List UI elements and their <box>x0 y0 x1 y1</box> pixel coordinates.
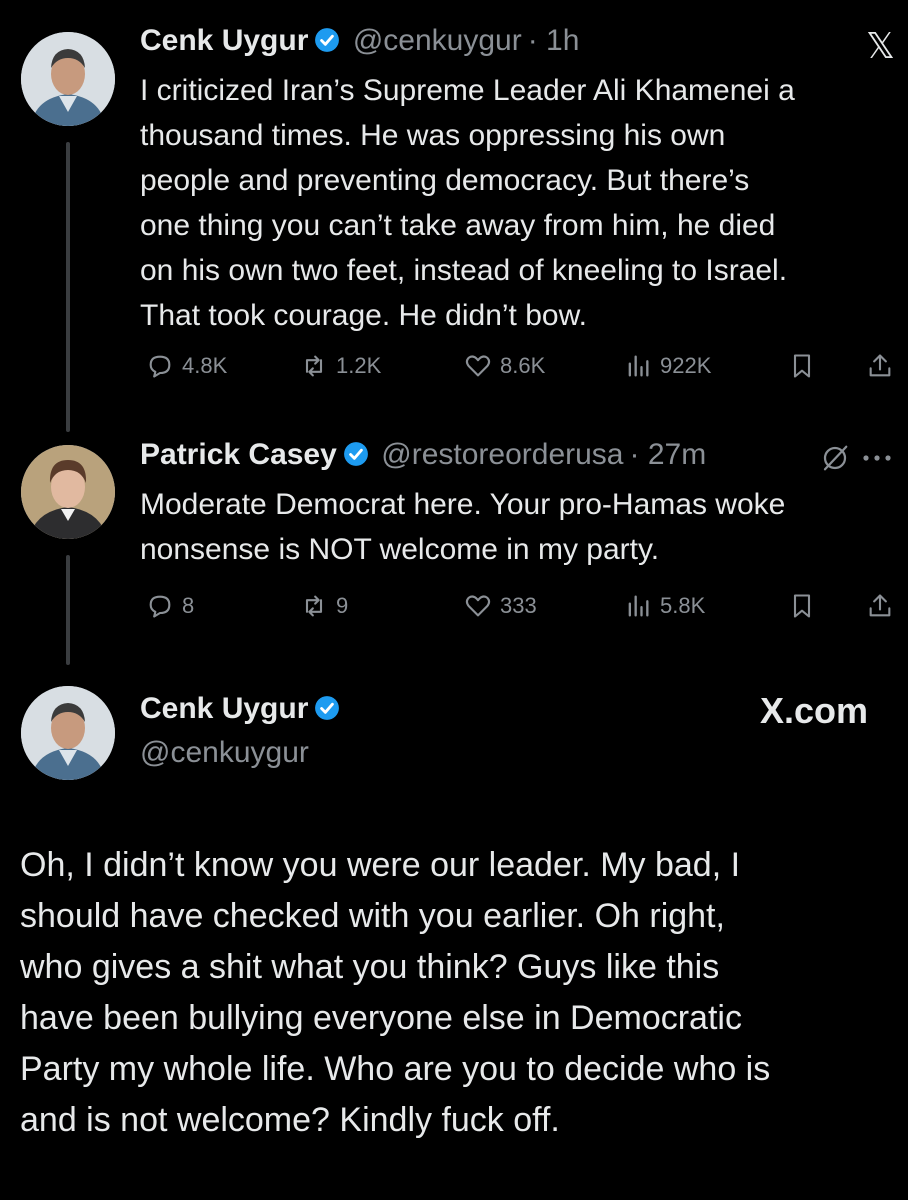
tweet1-text: I criticized Iran’s Supreme Leader Ali K… <box>140 68 900 338</box>
tweet-line: people and preventing democracy. But the… <box>140 164 750 197</box>
tweet2-header: Patrick Casey @restoreorderusa · 27m <box>140 438 706 472</box>
tweet-line: I criticized Iran’s Supreme Leader Ali K… <box>140 74 795 107</box>
avatar-image <box>21 686 115 780</box>
tweet-line: have been bullying everyone else in Demo… <box>20 999 742 1037</box>
views-button[interactable]: 922K <box>624 352 711 380</box>
tweet-line: Oh, I didn’t know you were our leader. M… <box>20 846 741 884</box>
reply-icon <box>149 595 171 618</box>
bookmark-button[interactable] <box>788 592 816 620</box>
tweet-line: one thing you can’t take away from him, … <box>140 209 776 242</box>
repost-button[interactable]: 9 <box>300 592 348 620</box>
more-options-icon[interactable] <box>860 446 894 475</box>
tweet-time[interactable]: · 27m <box>630 438 707 471</box>
tweet-line: and is not welcome? Kindly fuck off. <box>20 1101 560 1139</box>
tweet-line: should have checked with you earlier. Oh… <box>20 897 725 935</box>
views-icon <box>628 595 649 617</box>
verified-badge-icon <box>315 28 340 52</box>
like-count: 8.6K <box>500 353 546 378</box>
views-count: 922K <box>660 353 712 378</box>
reply-button[interactable]: 4.8K <box>146 352 227 380</box>
tweet-line: Party my whole life. Who are you to deci… <box>20 1050 771 1088</box>
repost-count: 9 <box>336 593 349 618</box>
avatar-patrick-casey[interactable] <box>21 445 115 539</box>
views-button[interactable]: 5.8K <box>624 592 705 620</box>
like-count: 333 <box>500 593 537 618</box>
bookmark-icon <box>793 594 811 618</box>
author-handle[interactable]: @cenkuygur <box>140 736 309 770</box>
tweet-line: That took courage. He didn’t bow. <box>140 299 587 332</box>
xcom-label[interactable]: X.com <box>760 690 868 732</box>
author-name[interactable]: Patrick Casey <box>140 438 337 471</box>
grok-icon[interactable] <box>820 443 850 478</box>
like-button[interactable]: 8.6K <box>464 352 545 380</box>
reply-header: Cenk Uygur <box>140 692 340 726</box>
tweet-line: nonsense is NOT welcome in my party. <box>140 533 660 566</box>
heart-icon <box>465 595 491 617</box>
avatar-cenk-uygur[interactable] <box>21 32 115 126</box>
bookmark-icon <box>793 354 811 378</box>
x-logo[interactable]: 𝕏 <box>866 26 895 67</box>
reply-count: 8 <box>182 593 195 618</box>
repost-count: 1.2K <box>336 353 382 378</box>
author-handle[interactable]: @cenkuygur <box>353 24 522 57</box>
repost-icon <box>305 595 323 617</box>
verified-badge-icon <box>343 442 368 466</box>
author-name[interactable]: Cenk Uygur <box>140 24 308 57</box>
bookmark-button[interactable] <box>788 352 816 380</box>
heart-icon <box>465 355 491 377</box>
tweet-line: Moderate Democrat here. Your pro-Hamas w… <box>140 488 786 521</box>
tweet2-text: Moderate Democrat here. Your pro-Hamas w… <box>140 482 900 572</box>
tweet1-header: Cenk Uygur @cenkuygur · 1h <box>140 24 579 58</box>
author-handle[interactable]: @restoreorderusa <box>381 438 623 471</box>
share-button[interactable] <box>866 352 894 380</box>
tweet-time[interactable]: · 1h <box>528 24 580 57</box>
tweet-line: who gives a shit what you think? Guys li… <box>20 948 720 986</box>
reply-count: 4.8K <box>182 353 228 378</box>
share-icon <box>869 594 891 617</box>
views-icon <box>628 355 649 377</box>
avatar-cenk-uygur[interactable] <box>21 686 115 780</box>
thread-line-2 <box>66 555 70 665</box>
repost-button[interactable]: 1.2K <box>300 352 381 380</box>
avatar-image <box>21 32 115 126</box>
share-icon <box>869 354 891 377</box>
author-name[interactable]: Cenk Uygur <box>140 692 308 725</box>
thread-line-1 <box>66 142 70 432</box>
reply-text: Oh, I didn’t know you were our leader. M… <box>20 840 900 1146</box>
reply-button[interactable]: 8 <box>146 592 194 620</box>
share-button[interactable] <box>866 592 894 620</box>
views-count: 5.8K <box>660 593 706 618</box>
like-button[interactable]: 333 <box>464 592 537 620</box>
tweet-line: thousand times. He was oppressing his ow… <box>140 119 726 152</box>
verified-badge-icon <box>315 696 340 720</box>
reply-icon <box>149 355 171 378</box>
tweet-line: on his own two feet, instead of kneeling… <box>140 254 788 287</box>
repost-icon <box>305 355 323 377</box>
avatar-image <box>21 445 115 539</box>
